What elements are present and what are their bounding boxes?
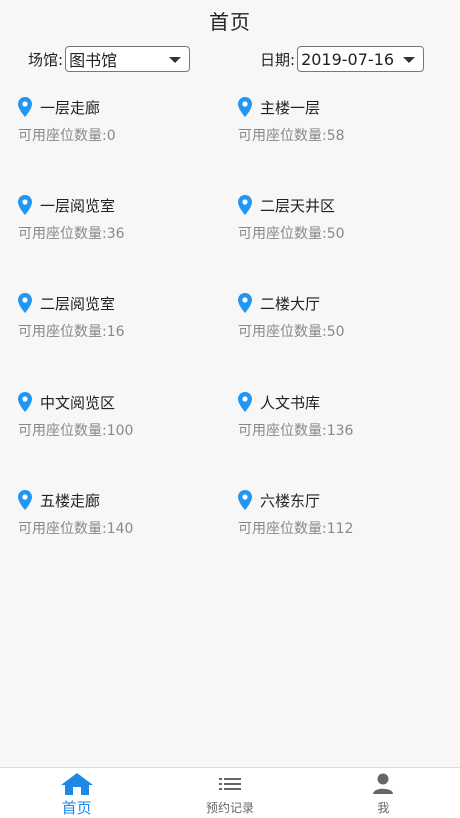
location-pin-icon — [18, 293, 32, 313]
area-available-seats: 可用座位数量:112 — [238, 521, 354, 537]
home-icon — [60, 772, 94, 796]
page-title: 首页 — [209, 9, 251, 34]
area-item[interactable]: 一层阅览室 可用座位数量:36 — [18, 193, 228, 253]
area-item[interactable]: 一层走廊 可用座位数量:0 — [18, 95, 228, 155]
filter-bar: 场馆: 图书馆 日期: 2019-07-16 — [0, 44, 460, 74]
area-available-seats: 可用座位数量:50 — [238, 226, 345, 242]
area-available-seats: 可用座位数量:58 — [238, 128, 345, 144]
area-name: 五楼走廊 — [40, 491, 101, 510]
date-filter: 日期: 2019-07-16 — [260, 44, 425, 74]
area-name: 一层走廊 — [40, 98, 101, 117]
area-item[interactable]: 二楼大厅 可用座位数量:50 — [238, 291, 448, 351]
area-name: 二层天井区 — [260, 196, 336, 215]
tab-me-label: 我 — [377, 801, 390, 815]
tab-records[interactable]: 预约记录 — [153, 768, 306, 818]
area-available-seats: 可用座位数量:0 — [18, 128, 116, 144]
tab-me[interactable]: 我 — [307, 768, 460, 818]
venue-select-value: 图书馆 — [69, 51, 118, 70]
area-item[interactable]: 主楼一层 可用座位数量:58 — [238, 95, 448, 155]
date-label: 日期: — [260, 50, 296, 69]
area-name: 二层阅览室 — [40, 294, 116, 313]
area-available-seats: 可用座位数量:140 — [18, 521, 134, 537]
list-icon — [218, 772, 242, 796]
user-icon — [371, 772, 395, 796]
area-name: 中文阅览区 — [40, 393, 116, 412]
area-available-seats: 可用座位数量:100 — [18, 423, 134, 439]
area-item[interactable]: 二层天井区 可用座位数量:50 — [238, 193, 448, 253]
area-item[interactable]: 六楼东厅 可用座位数量:112 — [238, 488, 448, 548]
tab-home-label: 首页 — [61, 799, 92, 817]
venue-filter: 场馆: 图书馆 — [28, 44, 191, 74]
location-pin-icon — [18, 97, 32, 117]
location-pin-icon — [238, 490, 252, 510]
area-name: 六楼东厅 — [260, 491, 321, 510]
venue-select[interactable]: 图书馆 — [65, 46, 191, 72]
area-item[interactable]: 二层阅览室 可用座位数量:16 — [18, 291, 228, 351]
location-pin-icon — [238, 195, 252, 215]
area-item[interactable]: 五楼走廊 可用座位数量:140 — [18, 488, 228, 548]
date-select[interactable]: 2019-07-16 — [297, 46, 425, 72]
location-pin-icon — [238, 392, 252, 412]
location-pin-icon — [18, 392, 32, 412]
location-pin-icon — [238, 97, 252, 117]
location-pin-icon — [18, 490, 32, 510]
area-item[interactable]: 中文阅览区 可用座位数量:100 — [18, 390, 228, 450]
bottom-tab-bar: 首页 预约记录 我 — [0, 767, 460, 818]
area-item[interactable]: 人文书库 可用座位数量:136 — [238, 390, 448, 450]
area-name: 人文书库 — [260, 393, 321, 412]
caret-down-icon — [403, 57, 416, 63]
area-name: 二楼大厅 — [260, 294, 321, 313]
area-available-seats: 可用座位数量:36 — [18, 226, 125, 242]
caret-down-icon — [169, 57, 182, 63]
location-pin-icon — [238, 293, 252, 313]
area-name: 主楼一层 — [260, 98, 321, 117]
area-name: 一层阅览室 — [40, 196, 116, 215]
tab-records-label: 预约记录 — [205, 801, 254, 815]
location-pin-icon — [18, 195, 32, 215]
date-select-value: 2019-07-16 — [301, 49, 395, 69]
area-available-seats: 可用座位数量:16 — [18, 324, 125, 340]
area-available-seats: 可用座位数量:136 — [238, 423, 354, 439]
venue-label: 场馆: — [28, 50, 64, 69]
tab-home[interactable]: 首页 — [0, 768, 153, 818]
top-bar: 首页 — [0, 0, 460, 40]
area-available-seats: 可用座位数量:50 — [238, 324, 345, 340]
